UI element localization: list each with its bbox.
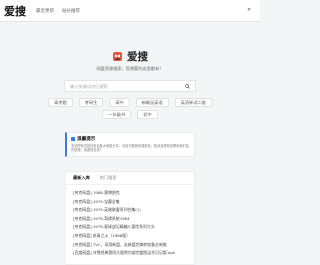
- resource-panel: 最新入库 热门搜索 [夸克网盘] 1988-赛博朋克 [夸克网盘] 1979-宝…: [65, 171, 195, 265]
- list-item[interactable]: [夸克网盘] TVC、采用新盘，去新盘完美转轮备全新推: [73, 241, 187, 250]
- notice-text: 本站所有内容均来自各大网盘分享，请自行甄别资源真伪，若涉及侵权请联系我们及时处理…: [71, 144, 189, 153]
- search-input[interactable]: [70, 83, 180, 89]
- hot-tags-row-1: 高考题 考研生 高中 新概念英语 英语单词二册: [0, 98, 260, 107]
- list-item[interactable]: [夸克网盘] 1979-哥谭系统1984: [73, 215, 187, 224]
- brand-mascot-icon: [113, 52, 122, 61]
- hot-tags-row-2: 一年级书 初中: [0, 110, 260, 119]
- list-item[interactable]: [夸克网盘] 1988-赛博朋克: [73, 189, 187, 198]
- tag-item[interactable]: 初中: [137, 110, 158, 119]
- info-icon: [71, 137, 75, 141]
- list-item[interactable]: [夸克网盘] 1979-星球战记精编3-冒险系列大头: [73, 223, 187, 232]
- nav-latest[interactable]: 最近更新: [36, 8, 54, 14]
- tag-item[interactable]: 一年级书: [102, 110, 132, 119]
- search-icon[interactable]: [185, 84, 190, 89]
- tab-latest[interactable]: 最新入库: [73, 175, 90, 181]
- search-box[interactable]: [64, 80, 196, 92]
- tab-hot-search[interactable]: 热门搜索: [100, 175, 117, 181]
- resource-list: [夸克网盘] 1988-赛博朋克 [夸克网盘] 1979-宝藏全集 [夸克网盘]…: [66, 185, 194, 258]
- hero-slogan: 网盘资源搜索，您想要的这里都有！: [96, 66, 164, 71]
- list-item[interactable]: [夸克网盘] 1979-宝藏全集: [73, 198, 187, 207]
- tag-item[interactable]: 考研生: [78, 98, 104, 107]
- tag-item[interactable]: 英语单词二册: [174, 98, 212, 107]
- list-item[interactable]: [夸克网盘] 纸青之火（1988版）: [73, 232, 187, 241]
- top-bar: 爱搜 最近更新 站长推荐 ✕: [0, 0, 260, 22]
- panel-tabs: 最新入库 热门搜索: [66, 172, 194, 185]
- close-icon[interactable]: ✕: [247, 8, 252, 13]
- site-logo[interactable]: 爱搜: [4, 3, 26, 19]
- notice-title: 温馨提示: [77, 137, 96, 142]
- list-item[interactable]: [夸克网盘] 1979-英雄联盟系列合集(1): [73, 206, 187, 215]
- notice-title-row: 温馨提示: [71, 136, 190, 142]
- hero-logo: 爱搜: [0, 49, 260, 64]
- notice-box: 温馨提示 本站所有内容均来自各大网盘分享，请自行甄别资源真伪，若涉及侵权请联系我…: [65, 132, 195, 157]
- tag-item[interactable]: 新概念英语: [135, 98, 169, 107]
- nav-recommend[interactable]: 站长推荐: [62, 8, 80, 14]
- tag-item[interactable]: 高中: [109, 98, 130, 107]
- hero-title: 爱搜: [127, 51, 148, 63]
- tag-item[interactable]: 高考题: [48, 98, 73, 107]
- list-item[interactable]: [百度网盘] 冰雪经典第四大剧院内部完整版运作日记版.apk: [73, 249, 187, 258]
